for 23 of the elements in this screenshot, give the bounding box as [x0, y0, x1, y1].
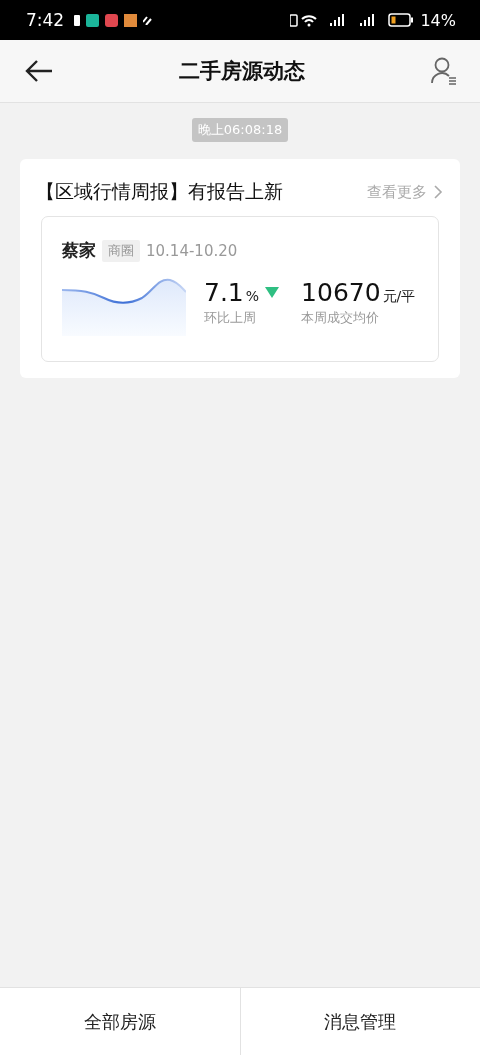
report-card[interactable]: 蔡家 商圈 10.14-10.20 7.1% 环比上周 10670 元/平 本周成交均价 — [41, 216, 439, 362]
app-icon — [143, 15, 153, 25]
price-unit: 元/平 — [382, 288, 416, 306]
message-card[interactable]: 【区域行情周报】有报告上新 查看更多 蔡家 商圈 10.14-10.20 7.1% 环比上周 10670 元/平 本周成交均价 — [20, 159, 460, 378]
change-unit: % — [245, 288, 260, 304]
price-label: 本周成交均价 — [301, 309, 381, 327]
change-label: 环比上周 — [204, 309, 257, 327]
date-range: 10.14-10.20 — [146, 241, 238, 260]
message-title: 【区域行情周报】有报告上新 — [36, 179, 283, 204]
battery-percent: 14% — [420, 10, 456, 30]
timestamp: 晚上06:08:18 — [191, 118, 289, 142]
change-value: 7.1 — [204, 278, 244, 307]
area-name: 蔡家 — [62, 239, 96, 262]
price-value: 10670 — [301, 278, 381, 307]
chevron-right-icon — [433, 184, 443, 200]
app-icon — [86, 13, 100, 27]
battery-alert-icon — [74, 14, 81, 26]
status-time: 7:42 — [26, 10, 65, 30]
app-icon — [105, 13, 119, 27]
area-tag: 商圈 — [102, 239, 140, 262]
app-icon — [124, 13, 138, 27]
page-title: 二手房源动态 — [179, 58, 305, 85]
battery-icon — [388, 13, 415, 27]
